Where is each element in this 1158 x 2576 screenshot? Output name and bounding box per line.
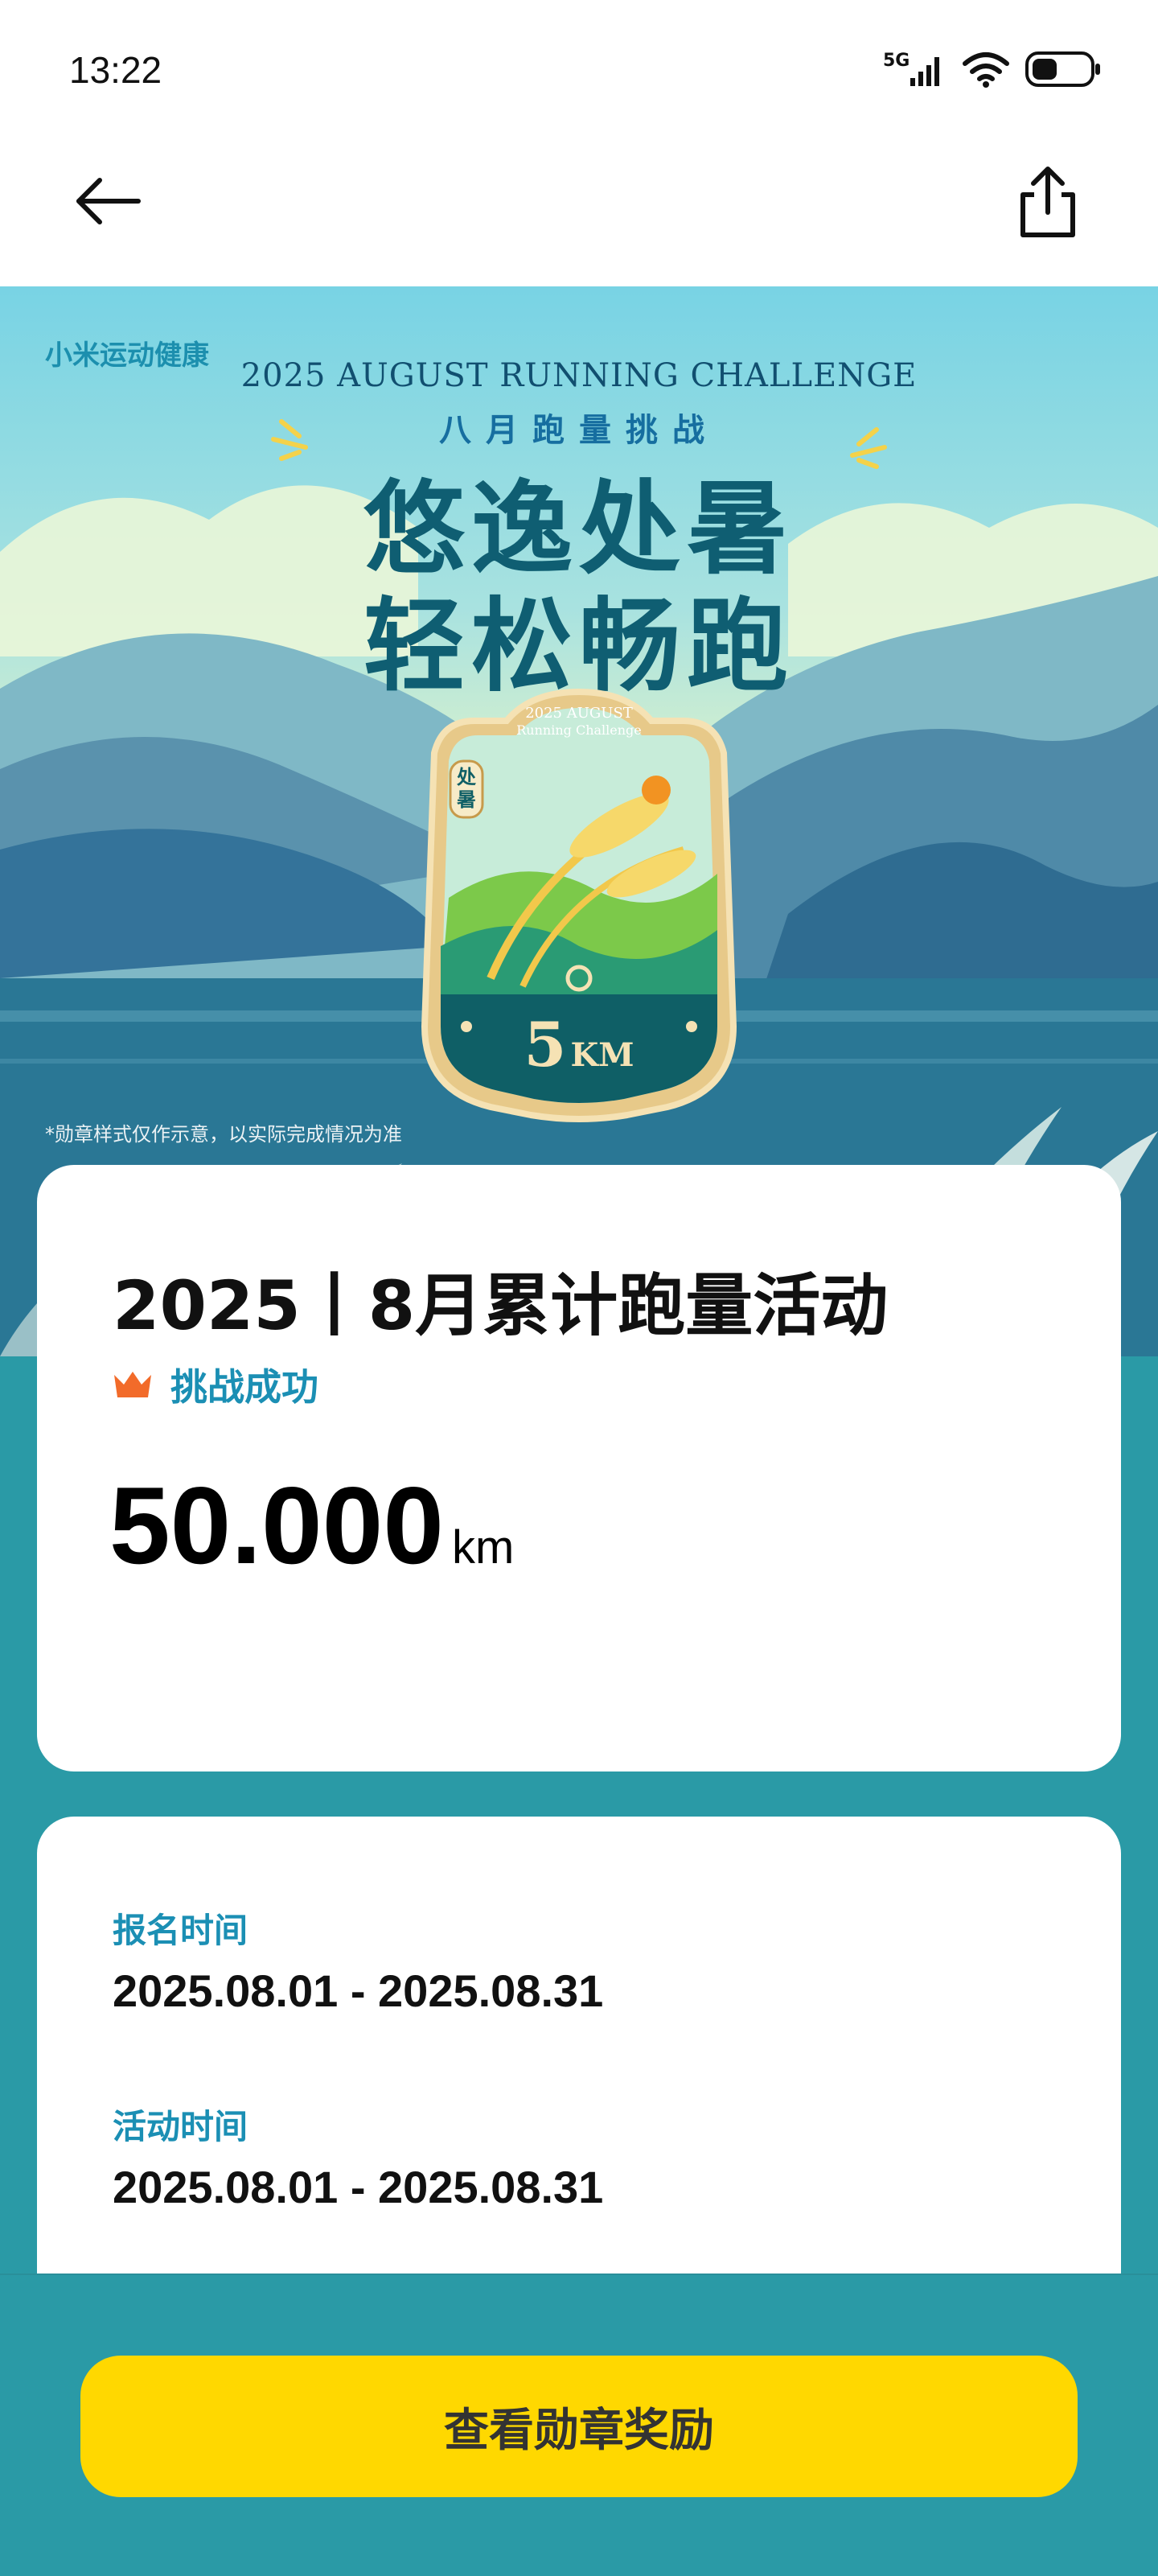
signup-time-value: 2025.08.01 - 2025.08.31: [113, 1965, 604, 2016]
medal-distance-number: 5: [524, 1009, 567, 1080]
medal-distance: 5 KM: [418, 1009, 740, 1080]
distance-unit: km: [451, 1521, 515, 1574]
crown-icon: [114, 1372, 151, 1397]
medal-badge: 2025 AUGUST Running Challenge 处暑 5 KM: [418, 689, 740, 1123]
view-medal-reward-button[interactable]: 查看勋章奖励: [80, 2356, 1078, 2497]
battery-icon: [1025, 51, 1100, 87]
hero-subtitle: 八月跑量挑战: [439, 412, 719, 449]
status-time: 13:22: [69, 49, 162, 91]
status-bar: 13:22 5G: [0, 0, 1158, 145]
activity-title: 2025丨8月累计跑量活动: [113, 1266, 889, 1345]
challenge-status-text: 挑战成功: [170, 1365, 318, 1409]
activity-time-value: 2025.08.01 - 2025.08.31: [113, 2162, 604, 2212]
medal-disclaimer: *勋章样式仅作示意，以实际完成情况为准: [45, 1123, 402, 1146]
distance-value: 50.000: [109, 1464, 444, 1586]
status-icons: 5G: [883, 50, 1102, 88]
hero-english-title: 2025 AUGUST RUNNING CHALLENGE: [240, 357, 918, 394]
share-button[interactable]: [1012, 164, 1084, 241]
signup-time-label: 报名时间: [113, 1911, 248, 1950]
medal-top-text: 2025 AUGUST: [525, 705, 633, 722]
total-distance: 50.000 km: [109, 1463, 514, 1588]
share-icon: [1020, 167, 1075, 237]
challenge-status: 挑战成功: [113, 1358, 318, 1411]
activity-time-label: 活动时间: [113, 2107, 248, 2146]
wifi-icon: [963, 52, 1009, 88]
medal-top-text2: Running Challenge: [516, 722, 642, 738]
medal-distance-unit: KM: [570, 1036, 634, 1074]
activity-summary-card: 2025丨8月累计跑量活动 挑战成功 50.000 km: [37, 1165, 1121, 1772]
back-button[interactable]: [72, 161, 153, 241]
signal-icon: 5G: [883, 51, 947, 88]
back-arrow-icon: [76, 178, 141, 224]
medal-tag: 处暑: [457, 766, 476, 811]
nav-bar: [0, 145, 1158, 286]
